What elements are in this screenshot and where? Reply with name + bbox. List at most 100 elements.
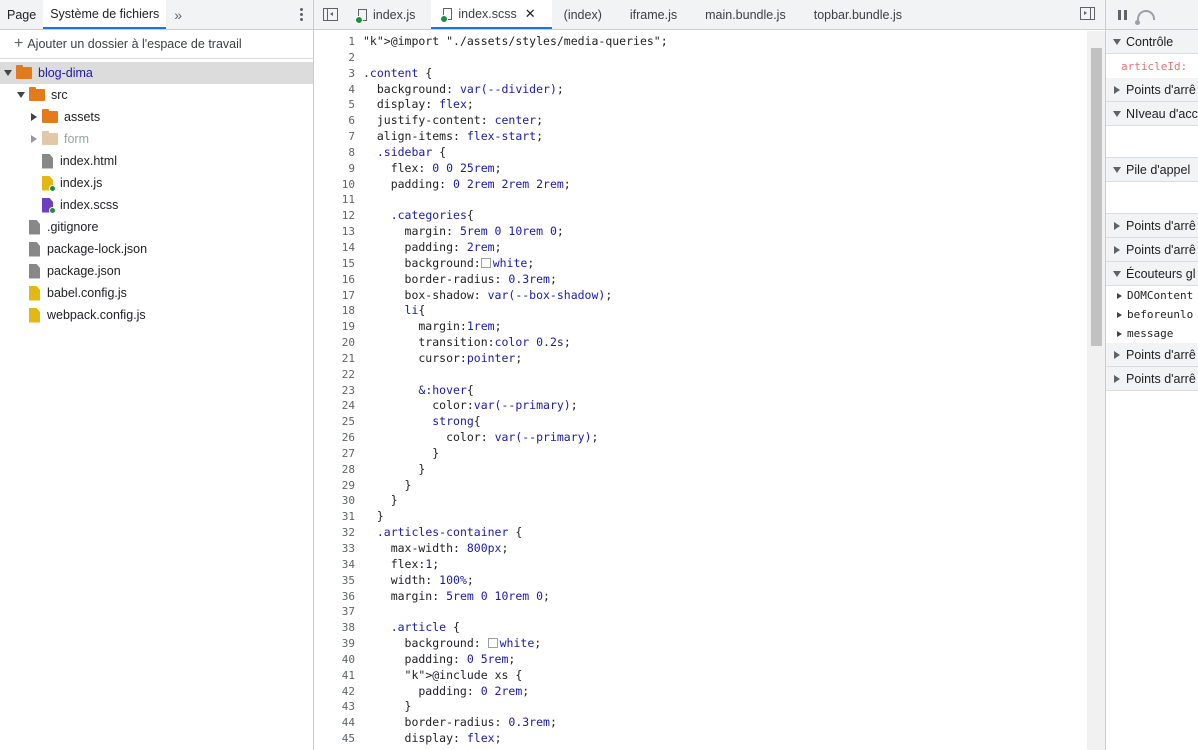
line-number[interactable]: 9 bbox=[314, 161, 357, 177]
code-line[interactable] bbox=[363, 192, 1087, 208]
line-number[interactable]: 20 bbox=[314, 335, 357, 351]
code-line[interactable] bbox=[363, 367, 1087, 383]
tree-file[interactable]: index.js bbox=[0, 172, 313, 194]
line-number[interactable]: 30 bbox=[314, 493, 357, 509]
code-line[interactable] bbox=[363, 604, 1087, 620]
line-number[interactable]: 35 bbox=[314, 573, 357, 589]
chevron-double-right-icon[interactable]: » bbox=[166, 0, 190, 29]
line-number[interactable]: 44 bbox=[314, 715, 357, 731]
debugger-section-header[interactable]: NIveau d'acc bbox=[1106, 102, 1198, 126]
code-line[interactable]: .content { bbox=[363, 66, 1087, 82]
code-line[interactable]: border-radius: 0.3rem; bbox=[363, 715, 1087, 731]
tree-file[interactable]: index.html bbox=[0, 150, 313, 172]
code-line[interactable]: .categories{ bbox=[363, 208, 1087, 224]
code-editor[interactable]: 1 2 3 4 5 6 7 8 9 10 11 12 13 14 15 16 17 18 19 20 21 22 23 24 2… bbox=[314, 31, 1087, 750]
line-number[interactable]: 15 bbox=[314, 256, 357, 272]
code-line[interactable]: max-width: 800px; bbox=[363, 541, 1087, 557]
editor-tab[interactable]: index.js bbox=[346, 0, 431, 29]
add-workspace-folder-button[interactable]: + Ajouter un dossier à l'espace de trava… bbox=[0, 30, 313, 59]
line-number[interactable]: 10 bbox=[314, 177, 357, 193]
code-line[interactable]: } bbox=[363, 509, 1087, 525]
tab-page[interactable]: Page bbox=[0, 0, 43, 29]
code-line[interactable] bbox=[363, 50, 1087, 66]
code-line[interactable]: background: white; bbox=[363, 256, 1087, 272]
line-number[interactable]: 43 bbox=[314, 699, 357, 715]
line-number[interactable]: 25 bbox=[314, 414, 357, 430]
line-number[interactable]: 6 bbox=[314, 113, 357, 129]
debugger-section-header[interactable]: Points d'arrê bbox=[1106, 367, 1198, 391]
line-number[interactable]: 1 bbox=[314, 34, 357, 50]
tree-file[interactable]: webpack.config.js bbox=[0, 304, 313, 326]
code-line[interactable]: padding: 0 5rem; bbox=[363, 652, 1087, 668]
code-line[interactable]: } bbox=[363, 462, 1087, 478]
tree-file[interactable]: .gitignore bbox=[0, 216, 313, 238]
line-number[interactable]: 13 bbox=[314, 224, 357, 240]
debugger-section-item[interactable]: message bbox=[1106, 324, 1198, 343]
kebab-menu-icon[interactable] bbox=[289, 0, 313, 29]
tree-file[interactable]: babel.config.js bbox=[0, 282, 313, 304]
line-number[interactable]: 19 bbox=[314, 319, 357, 335]
tree-file[interactable]: index.scss bbox=[0, 194, 313, 216]
tree-folder[interactable]: assets bbox=[0, 106, 313, 128]
line-number[interactable]: 29 bbox=[314, 478, 357, 494]
scrollbar-thumb[interactable] bbox=[1091, 48, 1102, 346]
code-line[interactable]: } bbox=[363, 478, 1087, 494]
chevron-down-icon[interactable] bbox=[16, 90, 26, 100]
code-line[interactable]: flex:1; bbox=[363, 557, 1087, 573]
code-line[interactable]: transition:color 0.2s; bbox=[363, 335, 1087, 351]
tree-folder[interactable]: blog-dima bbox=[0, 62, 313, 84]
editor-tab[interactable]: iframe.js bbox=[618, 0, 693, 29]
step-over-icon[interactable] bbox=[1135, 9, 1155, 25]
tab-filesystem[interactable]: Système de fichiers bbox=[43, 0, 167, 29]
line-number[interactable]: 26 bbox=[314, 430, 357, 446]
code-line[interactable]: margin: 5rem 0 10rem 0; bbox=[363, 589, 1087, 605]
debugger-section-header[interactable]: Points d'arrê bbox=[1106, 214, 1198, 238]
code-line[interactable]: display: flex; bbox=[363, 731, 1087, 747]
tree-folder[interactable]: form bbox=[0, 128, 313, 150]
code-line[interactable]: cursor:pointer; bbox=[363, 351, 1087, 367]
line-number[interactable]: 45 bbox=[314, 731, 357, 747]
line-number[interactable]: 42 bbox=[314, 684, 357, 700]
line-number[interactable]: 23 bbox=[314, 383, 357, 399]
line-number[interactable]: 5 bbox=[314, 97, 357, 113]
code-line[interactable]: padding: 0 2rem; bbox=[363, 684, 1087, 700]
debugger-section-item[interactable]: beforeunlo bbox=[1106, 305, 1198, 324]
line-number[interactable]: 33 bbox=[314, 541, 357, 557]
chevron-down-icon[interactable] bbox=[3, 68, 13, 78]
line-number[interactable]: 36 bbox=[314, 589, 357, 605]
debugger-section-item[interactable]: DOMContent bbox=[1106, 286, 1198, 305]
line-number[interactable]: 24 bbox=[314, 398, 357, 414]
editor-tab[interactable]: (index) bbox=[552, 0, 618, 29]
code-line[interactable]: background: white; bbox=[363, 636, 1087, 652]
line-number[interactable]: 39 bbox=[314, 636, 357, 652]
code-line[interactable]: justify-content: center; bbox=[363, 113, 1087, 129]
code-line[interactable]: align-items: flex-start; bbox=[363, 129, 1087, 145]
code-line[interactable]: flex: 0 0 25rem; bbox=[363, 161, 1087, 177]
debugger-section-item[interactable]: articleId: bbox=[1106, 54, 1198, 78]
code-line[interactable]: "k">@include xs { bbox=[363, 668, 1087, 684]
line-number[interactable]: 2 bbox=[314, 50, 357, 66]
line-number[interactable]: 32 bbox=[314, 525, 357, 541]
tree-file[interactable]: package-lock.json bbox=[0, 238, 313, 260]
code-line[interactable]: margin:1rem; bbox=[363, 319, 1087, 335]
code-line[interactable]: strong{ bbox=[363, 414, 1087, 430]
editor-tab[interactable]: topbar.bundle.js bbox=[802, 0, 918, 29]
code-lines[interactable]: "k">@import "./assets/styles/media-queri… bbox=[363, 34, 1087, 747]
code-line[interactable]: width: 100%; bbox=[363, 573, 1087, 589]
tree-file[interactable]: package.json bbox=[0, 260, 313, 282]
code-line[interactable]: .article { bbox=[363, 620, 1087, 636]
chevron-right-icon[interactable] bbox=[29, 112, 39, 122]
line-number[interactable]: 40 bbox=[314, 652, 357, 668]
close-icon[interactable]: ✕ bbox=[525, 6, 536, 22]
debugger-section-header[interactable]: Écouteurs gl bbox=[1106, 262, 1198, 286]
line-number[interactable]: 34 bbox=[314, 557, 357, 573]
code-line[interactable]: padding: 0 2rem 2rem 2rem; bbox=[363, 177, 1087, 193]
line-number[interactable]: 17 bbox=[314, 288, 357, 304]
debugger-section-header[interactable]: Points d'arrê bbox=[1106, 78, 1198, 102]
line-number[interactable]: 4 bbox=[314, 82, 357, 98]
code-line[interactable]: &:hover{ bbox=[363, 383, 1087, 399]
line-number[interactable]: 22 bbox=[314, 367, 357, 383]
toggle-navigator-icon[interactable] bbox=[314, 0, 346, 29]
code-line[interactable]: } bbox=[363, 699, 1087, 715]
line-number[interactable]: 41 bbox=[314, 668, 357, 684]
